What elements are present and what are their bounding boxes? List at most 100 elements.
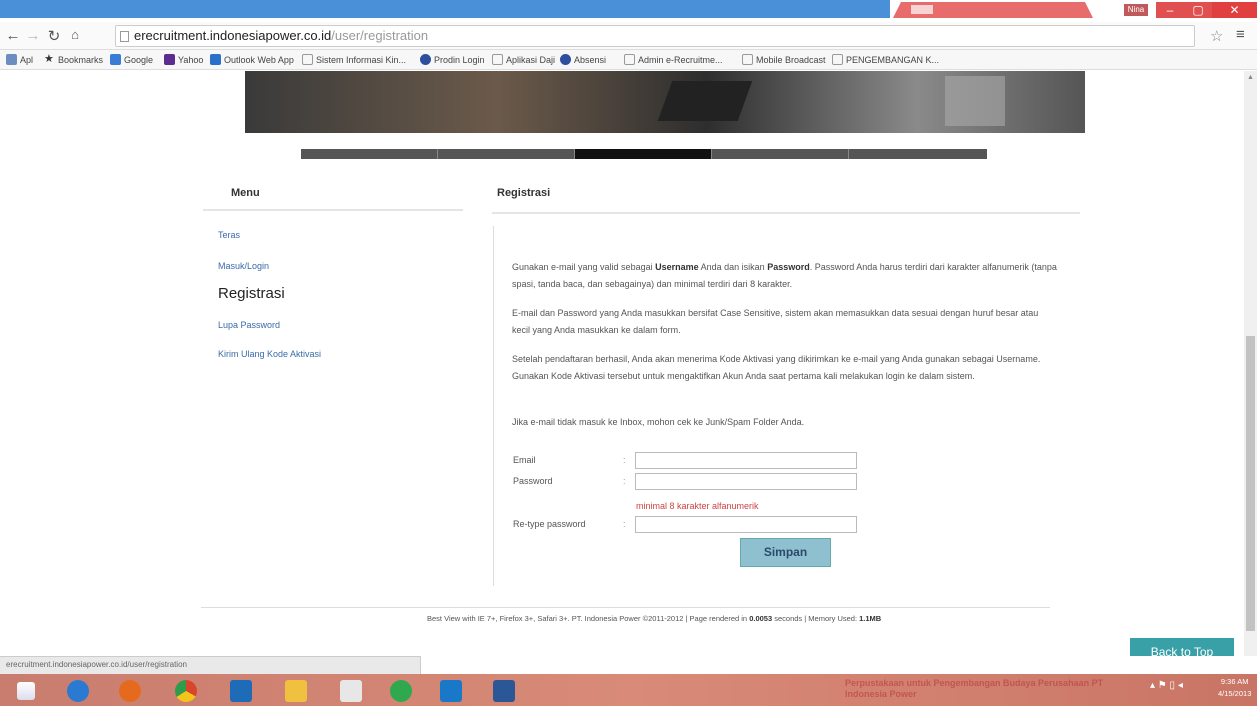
window-titlebar: Nina – ▢ ✕ bbox=[0, 0, 1257, 20]
slider-dot[interactable] bbox=[712, 149, 849, 159]
system-tray[interactable]: ▴ ⚑ ▯ ◂ bbox=[1150, 680, 1183, 691]
divider bbox=[201, 607, 1050, 608]
taskbar-firefox[interactable] bbox=[104, 677, 156, 705]
taskbar-outlook[interactable] bbox=[215, 677, 267, 705]
save-button[interactable]: Simpan bbox=[740, 538, 831, 567]
hangouts-icon bbox=[390, 680, 412, 702]
memory-used: 1.1MB bbox=[859, 614, 882, 623]
activation-paragraph: Setelah pendaftaran berhasil, Anda akan … bbox=[512, 354, 1041, 381]
bookmark-yahoo[interactable]: Yahoo bbox=[164, 53, 203, 67]
email-label: Email bbox=[513, 455, 536, 465]
page-icon bbox=[832, 54, 843, 65]
text: Anda dan isikan bbox=[698, 262, 768, 272]
minimize-button[interactable]: – bbox=[1156, 2, 1184, 18]
bookmark-label: Bookmarks bbox=[58, 55, 104, 65]
close-button[interactable]: ✕ bbox=[1212, 2, 1257, 18]
email-field[interactable] bbox=[635, 452, 857, 469]
retype-password-label: Re-type password bbox=[513, 519, 586, 529]
scrollbar[interactable]: ▲ bbox=[1244, 71, 1257, 656]
clock[interactable]: 9:36 AM 4/15/2013 bbox=[1218, 676, 1251, 700]
back-icon[interactable]: ← bbox=[4, 27, 22, 44]
bookmark-pengembangan[interactable]: PENGEMBANGAN K... bbox=[832, 53, 939, 67]
text-bold: Username bbox=[655, 262, 699, 272]
bookmark-label: Absensi bbox=[574, 55, 607, 65]
tab-favicon bbox=[911, 5, 933, 14]
divider bbox=[493, 226, 494, 586]
scroll-up-icon[interactable]: ▲ bbox=[1247, 74, 1254, 81]
bookmark-admin[interactable]: Admin e-Recruitme... bbox=[624, 53, 723, 67]
absensi-icon bbox=[560, 54, 571, 65]
browser-toolbar: ← → ↻ ⌂ erecruitment.indonesiapower.co.i… bbox=[0, 22, 1257, 50]
colon: : bbox=[623, 455, 626, 465]
url-path: /user/registration bbox=[331, 28, 429, 43]
scrollbar-thumb[interactable] bbox=[1246, 336, 1255, 631]
taskbar-calculator[interactable] bbox=[325, 677, 377, 705]
taskbar-ie[interactable] bbox=[52, 677, 104, 705]
bookmark-sik[interactable]: Sistem Informasi Kin... bbox=[302, 53, 406, 67]
taskbar: Perpustakaan untuk Pengembangan Budaya P… bbox=[0, 674, 1257, 706]
bookmark-daji[interactable]: Aplikasi Daji bbox=[492, 53, 555, 67]
taskbar-chrome[interactable] bbox=[160, 677, 212, 705]
titlebar-background bbox=[0, 0, 890, 18]
browser-menu-icon[interactable]: ≡ bbox=[1236, 26, 1245, 43]
taskbar-lync[interactable] bbox=[425, 677, 477, 705]
intro-paragraph: Gunakan e-mail yang valid sebagai Userna… bbox=[512, 259, 1057, 293]
web-page: Menu Registrasi Teras Masuk/Login Regist… bbox=[0, 71, 1257, 656]
start-button[interactable] bbox=[0, 677, 52, 705]
reload-icon[interactable]: ↻ bbox=[45, 27, 63, 45]
page-title: Registrasi bbox=[497, 187, 551, 199]
slider-dot-active[interactable] bbox=[575, 149, 712, 159]
address-bar[interactable]: erecruitment.indonesiapower.co.id/user/r… bbox=[115, 25, 1195, 47]
sidebar-item-kirim-ulang[interactable]: Kirim Ulang Kode Aktivasi bbox=[218, 349, 321, 359]
bookmark-owa[interactable]: Outlook Web App bbox=[210, 53, 294, 67]
taskbar-explorer[interactable] bbox=[270, 677, 322, 705]
bookmark-label: PENGEMBANGAN K... bbox=[846, 55, 940, 65]
bookmark-label: Mobile Broadcast bbox=[756, 55, 826, 65]
password-field[interactable] bbox=[635, 473, 857, 490]
bookmark-label: Aplikasi Daji bbox=[506, 55, 556, 65]
bookmark-label: Outlook Web App bbox=[224, 55, 294, 65]
star-icon: ★ bbox=[44, 53, 54, 65]
banner-slider-nav bbox=[301, 149, 987, 159]
retype-password-field[interactable] bbox=[635, 516, 857, 533]
bookmark-label: Prodin Login bbox=[434, 55, 485, 65]
sidebar-item-lupa-password[interactable]: Lupa Password bbox=[218, 320, 280, 330]
home-icon[interactable]: ⌂ bbox=[66, 27, 84, 42]
taskbar-hangouts[interactable] bbox=[375, 677, 427, 705]
status-url: erecruitment.indonesiapower.co.id/user/r… bbox=[0, 656, 421, 674]
wallpaper-text: Perpustakaan untuk Pengembangan Budaya P… bbox=[845, 678, 1104, 699]
render-time: 0.0053 bbox=[749, 614, 773, 623]
bookmark-label: Admin e-Recruitme... bbox=[638, 55, 723, 65]
text: seconds | Memory Used: bbox=[772, 614, 860, 623]
bookmark-prodin[interactable]: Prodin Login bbox=[420, 53, 485, 67]
bookmark-star-icon[interactable]: ☆ bbox=[1210, 27, 1223, 45]
sidebar-title: Menu bbox=[231, 187, 260, 199]
firefox-icon bbox=[119, 680, 141, 702]
text: Best View with IE 7+, Firefox 3+, Safari… bbox=[427, 614, 750, 623]
browser-tab[interactable] bbox=[893, 2, 1093, 18]
bookmark-absensi[interactable]: Absensi bbox=[560, 53, 606, 67]
calculator-icon bbox=[340, 680, 362, 702]
sidebar-item-login[interactable]: Masuk/Login bbox=[218, 261, 269, 271]
slider-dot[interactable] bbox=[438, 149, 575, 159]
ie-icon bbox=[67, 680, 89, 702]
sidebar-item-teras[interactable]: Teras bbox=[218, 230, 240, 240]
yahoo-icon bbox=[164, 54, 175, 65]
page-icon bbox=[742, 54, 753, 65]
word-icon bbox=[493, 680, 515, 702]
forward-icon[interactable]: → bbox=[24, 27, 42, 44]
back-to-top-button[interactable]: Back to Top bbox=[1130, 638, 1234, 656]
sidebar-item-registrasi[interactable]: Registrasi bbox=[218, 285, 285, 302]
bookmark-bookmarks[interactable]: ★ Bookmarks bbox=[44, 53, 103, 67]
slider-dot[interactable] bbox=[849, 149, 987, 159]
footer-text: Best View with IE 7+, Firefox 3+, Safari… bbox=[427, 614, 881, 623]
maximize-button[interactable]: ▢ bbox=[1184, 2, 1212, 18]
user-badge[interactable]: Nina bbox=[1124, 4, 1148, 16]
bookmark-mobile[interactable]: Mobile Broadcast bbox=[742, 53, 826, 67]
bookmark-apps[interactable]: Apl bbox=[6, 53, 33, 67]
bookmark-google[interactable]: Google bbox=[110, 53, 153, 67]
page-icon bbox=[120, 31, 129, 42]
taskbar-word[interactable] bbox=[478, 677, 530, 705]
slider-dot[interactable] bbox=[301, 149, 438, 159]
apps-icon bbox=[6, 54, 17, 65]
